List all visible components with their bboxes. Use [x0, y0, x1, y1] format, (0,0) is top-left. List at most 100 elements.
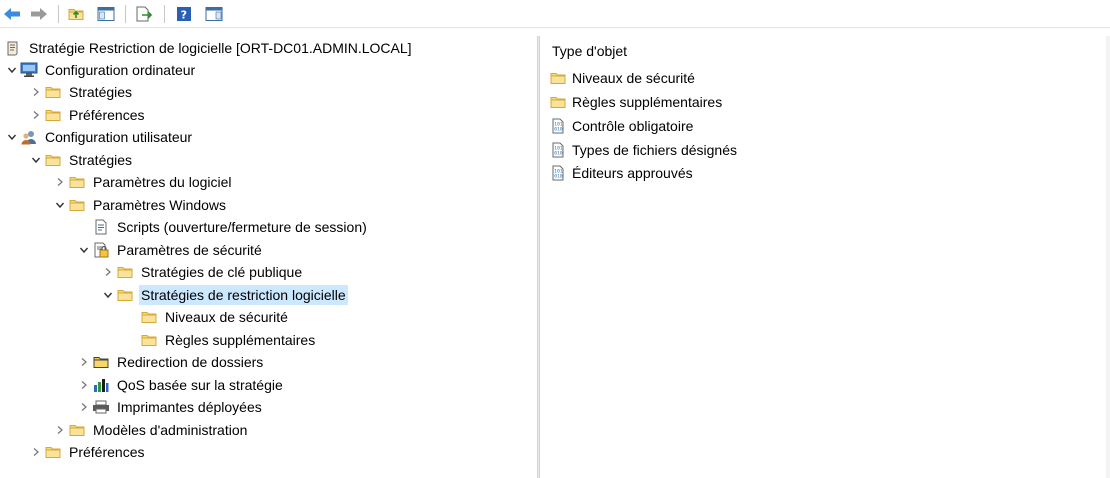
folder-icon [549, 93, 567, 111]
tree-node-windows-settings[interactable]: Paramètres Windows [52, 194, 228, 216]
list-item[interactable]: Éditeurs approuvés [549, 162, 695, 184]
chevron-right-icon[interactable] [28, 441, 44, 463]
folder-icon [44, 83, 62, 101]
tree-node-admin-templates[interactable]: Modèles d'administration [52, 419, 249, 441]
tree-node-qos[interactable]: QoS basée sur la stratégie [76, 374, 285, 396]
tree-node-scripts[interactable]: Scripts (ouverture/fermeture de session) [76, 216, 369, 238]
folder-icon [68, 196, 86, 214]
folder-icon [44, 106, 62, 124]
list-item-label: Contrôle obligatoire [572, 118, 694, 134]
tree-node-label: Modèles d'administration [93, 422, 248, 438]
tree-node-public-key-policies[interactable]: Stratégies de clé publique [100, 261, 304, 283]
console-tree-icon [97, 7, 115, 21]
printer-icon [92, 398, 110, 416]
tree-node-label: Stratégie Restriction de logicielle [ORT… [29, 40, 412, 56]
toolbar-separator [58, 5, 59, 23]
toolbar-separator [125, 5, 126, 23]
tree-node-additional-rules[interactable]: Règles supplémentaires [124, 329, 317, 351]
chevron-right-icon[interactable] [76, 396, 92, 418]
bar-chart-icon [92, 376, 110, 394]
chevron-down-icon[interactable] [28, 149, 44, 171]
help-button[interactable]: ? [174, 4, 194, 24]
tree-node-printers[interactable]: Imprimantes déployées [76, 396, 264, 418]
chevron-right-icon[interactable] [28, 81, 44, 103]
vertical-scrollbar[interactable] [1106, 36, 1110, 478]
tree-node-computer-config[interactable]: Configuration ordinateur [4, 59, 197, 81]
tree-node-label: Règles supplémentaires [165, 332, 316, 348]
tree-node-label: Paramètres Windows [93, 197, 227, 213]
tree-node-label: Niveaux de sécurité [165, 309, 288, 325]
folder-icon [140, 331, 158, 349]
chevron-down-icon[interactable] [4, 126, 20, 148]
tree-node-computer-strategies[interactable]: Stratégies [28, 81, 134, 103]
script-icon [92, 218, 110, 236]
up-folder-button[interactable] [66, 4, 86, 24]
tree-node-label: Configuration ordinateur [45, 62, 196, 78]
tree-node-user-config[interactable]: Configuration utilisateur [4, 126, 194, 148]
export-list-button[interactable] [134, 4, 154, 24]
chevron-down-icon[interactable] [4, 59, 20, 81]
export-list-icon [136, 6, 153, 22]
tree-node-user-preferences[interactable]: Préférences [28, 441, 146, 463]
folder-up-icon [67, 6, 85, 22]
action-pane-button[interactable] [204, 4, 224, 24]
tree-node-folder-redirection[interactable]: Redirection de dossiers [76, 351, 265, 373]
tree-node-user-strategies[interactable]: Stratégies [28, 149, 134, 171]
svg-text:?: ? [181, 9, 187, 22]
chevron-right-icon[interactable] [28, 104, 44, 126]
computer-icon [20, 61, 38, 79]
forward-button[interactable] [29, 4, 49, 24]
folder-icon [44, 443, 62, 461]
details-pane: Type d'objet Niveaux de sécurité Règles … [540, 36, 1110, 478]
binary-policy-icon [549, 117, 567, 135]
tree-node-label: Stratégies [69, 84, 133, 100]
security-icon [92, 241, 110, 259]
tree-node-security-levels[interactable]: Niveaux de sécurité [124, 306, 290, 328]
list-item[interactable]: Règles supplémentaires [549, 91, 724, 113]
toolbar-separator [164, 5, 165, 23]
console-tree: Stratégie Restriction de logicielle [ORT… [0, 36, 537, 478]
folder-icon [549, 69, 567, 87]
list-item[interactable]: Types de fichiers désignés [549, 139, 739, 161]
tree-node-label: QoS basée sur la stratégie [117, 377, 283, 393]
tree-node-label: Préférences [69, 107, 145, 123]
folder-icon [140, 308, 158, 326]
toolbar: ? [0, 0, 1110, 28]
tree-node-label: Paramètres de sécurité [117, 242, 262, 258]
help-icon: ? [177, 7, 191, 22]
column-header-object-type[interactable]: Type d'objet [552, 42, 627, 60]
tree-node-label-selected: Stratégies de restriction logicielle [139, 285, 348, 305]
tree-node-label: Préférences [69, 444, 145, 460]
folder-icon [116, 263, 134, 281]
chevron-right-icon[interactable] [76, 351, 92, 373]
chevron-down-icon[interactable] [100, 284, 116, 306]
back-button[interactable] [2, 4, 22, 24]
show-hide-tree-button[interactable] [96, 4, 116, 24]
chevron-right-icon[interactable] [100, 261, 116, 283]
folder-icon [68, 421, 86, 439]
tree-node-software-settings[interactable]: Paramètres du logiciel [52, 171, 234, 193]
list-item[interactable]: Niveaux de sécurité [549, 67, 697, 89]
chevron-down-icon[interactable] [52, 194, 68, 216]
tree-node-label: Scripts (ouverture/fermeture de session) [117, 219, 367, 235]
tree-node-label: Imprimantes déployées [117, 399, 262, 415]
tree-node-label: Paramètres du logiciel [93, 174, 232, 190]
chevron-right-icon[interactable] [52, 419, 68, 441]
tree-node-software-restriction[interactable]: Stratégies de restriction logicielle [100, 284, 348, 306]
folder-icon [116, 286, 134, 304]
tree-node-label: Stratégies de clé publique [141, 264, 303, 280]
tree-node-label: Redirection de dossiers [117, 354, 264, 370]
folder-icon [68, 173, 86, 191]
chevron-down-icon[interactable] [76, 239, 92, 261]
binary-policy-icon [549, 141, 567, 159]
tree-node-computer-preferences[interactable]: Préférences [28, 104, 146, 126]
tree-node-security-settings[interactable]: Paramètres de sécurité [76, 239, 264, 261]
folder-icon [44, 151, 62, 169]
list-item[interactable]: Contrôle obligatoire [549, 115, 695, 137]
arrow-right-icon [31, 8, 47, 20]
tree-node-root[interactable]: Stratégie Restriction de logicielle [ORT… [4, 37, 414, 59]
chevron-right-icon[interactable] [76, 374, 92, 396]
chevron-right-icon[interactable] [52, 171, 68, 193]
